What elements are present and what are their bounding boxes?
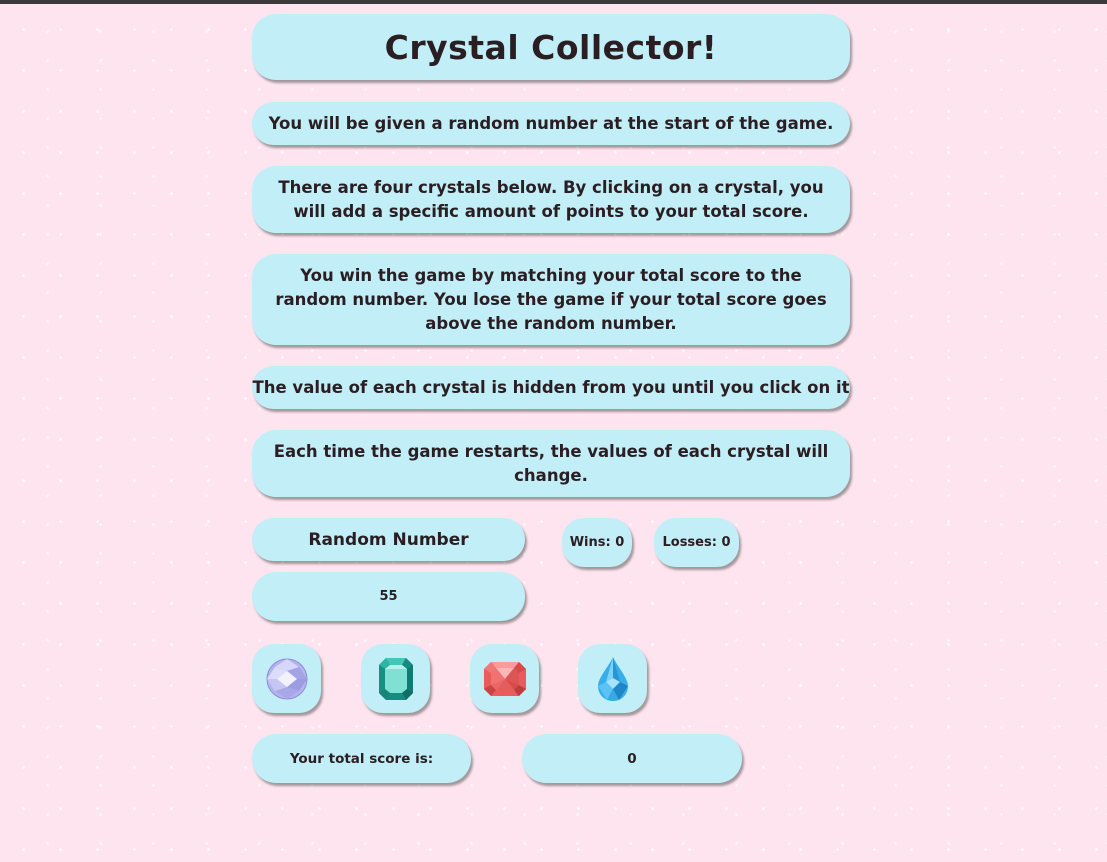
water-drop-gem-icon — [597, 656, 628, 701]
instruction-2: There are four crystals below. By clicki… — [252, 166, 850, 233]
instruction-1: You will be given a random number at the… — [252, 102, 850, 145]
page-title: Crystal Collector! — [252, 14, 850, 80]
random-number-value: 55 — [252, 572, 525, 621]
instruction-3: You win the game by matching your total … — [252, 254, 850, 345]
crystal-button-2[interactable] — [361, 644, 430, 713]
instruction-5: Each time the game restarts, the values … — [252, 430, 850, 497]
total-score-label: Your total score is: — [252, 734, 471, 783]
losses-counter: Losses: 0 — [654, 518, 739, 567]
round-diamond-icon — [266, 658, 307, 699]
browser-top-bar — [0, 0, 1107, 4]
random-number-label: Random Number — [252, 518, 525, 561]
wins-counter: Wins: 0 — [562, 518, 632, 567]
total-score-value: 0 — [522, 734, 742, 783]
instruction-4: The value of each crystal is hidden from… — [252, 366, 850, 409]
crystal-button-3[interactable] — [470, 644, 539, 713]
crystal-button-4[interactable] — [578, 644, 647, 713]
crystal-button-1[interactable] — [252, 644, 321, 713]
emerald-gem-icon — [378, 657, 413, 700]
ruby-gem-icon — [483, 661, 526, 696]
